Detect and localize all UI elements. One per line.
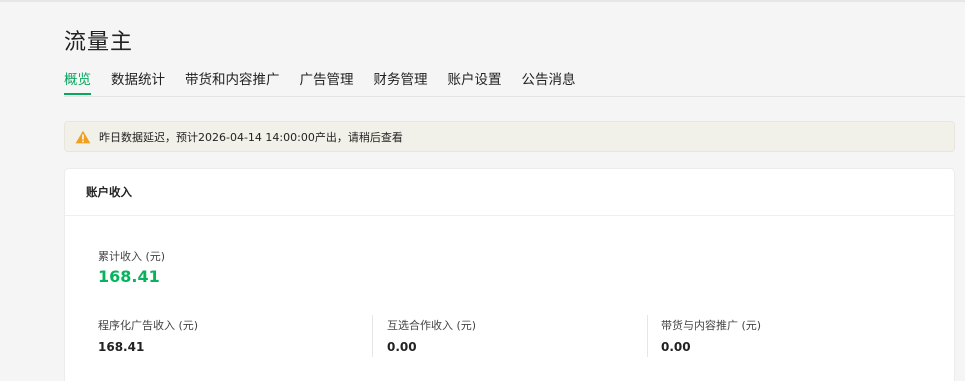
delay-notice: 昨日数据延迟，预计2026-04-14 14:00:00产出，请稍后查看 [64,121,955,152]
tab-finance-management[interactable]: 财务管理 [374,69,428,95]
tab-overview[interactable]: 概览 [64,69,91,95]
card-title: 账户收入 [65,169,954,216]
account-income-card: 账户收入 累计收入 (元) 168.41 程序化广告收入 (元) 168.41 … [64,168,955,381]
total-income-label: 累计收入 (元) [98,250,166,263]
metric-value: 0.00 [387,340,417,354]
metric-commerce-promotion: 带货与内容推广 (元) 0.00 [661,317,761,357]
metric-label: 带货与内容推广 (元) [661,319,762,332]
tab-announcements[interactable]: 公告消息 [522,69,576,95]
tab-account-settings[interactable]: 账户设置 [448,69,502,95]
metric-value: 168.41 [98,340,145,354]
metric-programmatic-ads: 程序化广告收入 (元) 168.41 [98,317,198,357]
tab-commerce-promotion[interactable]: 带货和内容推广 [185,69,280,95]
tab-ad-management[interactable]: 广告管理 [300,69,354,95]
tab-data-statistics[interactable]: 数据统计 [111,69,165,95]
total-income-value: 168.41 [98,267,160,286]
tab-bar: 概览 数据统计 带货和内容推广 广告管理 财务管理 账户设置 公告消息 [64,69,965,97]
warning-icon [75,130,91,144]
notice-text: 昨日数据延迟，预计2026-04-14 14:00:00产出，请稍后查看 [99,130,403,144]
metric-divider [647,315,648,357]
metric-mutual-selection: 互选合作收入 (元) 0.00 [387,317,476,357]
metric-label: 程序化广告收入 (元) [98,319,199,332]
page-title: 流量主 [64,30,134,55]
metric-divider [372,315,373,357]
page: 流量主 概览 数据统计 带货和内容推广 广告管理 财务管理 账户设置 公告消息 … [0,0,965,381]
metric-value: 0.00 [661,340,691,354]
metric-label: 互选合作收入 (元) [387,319,477,332]
